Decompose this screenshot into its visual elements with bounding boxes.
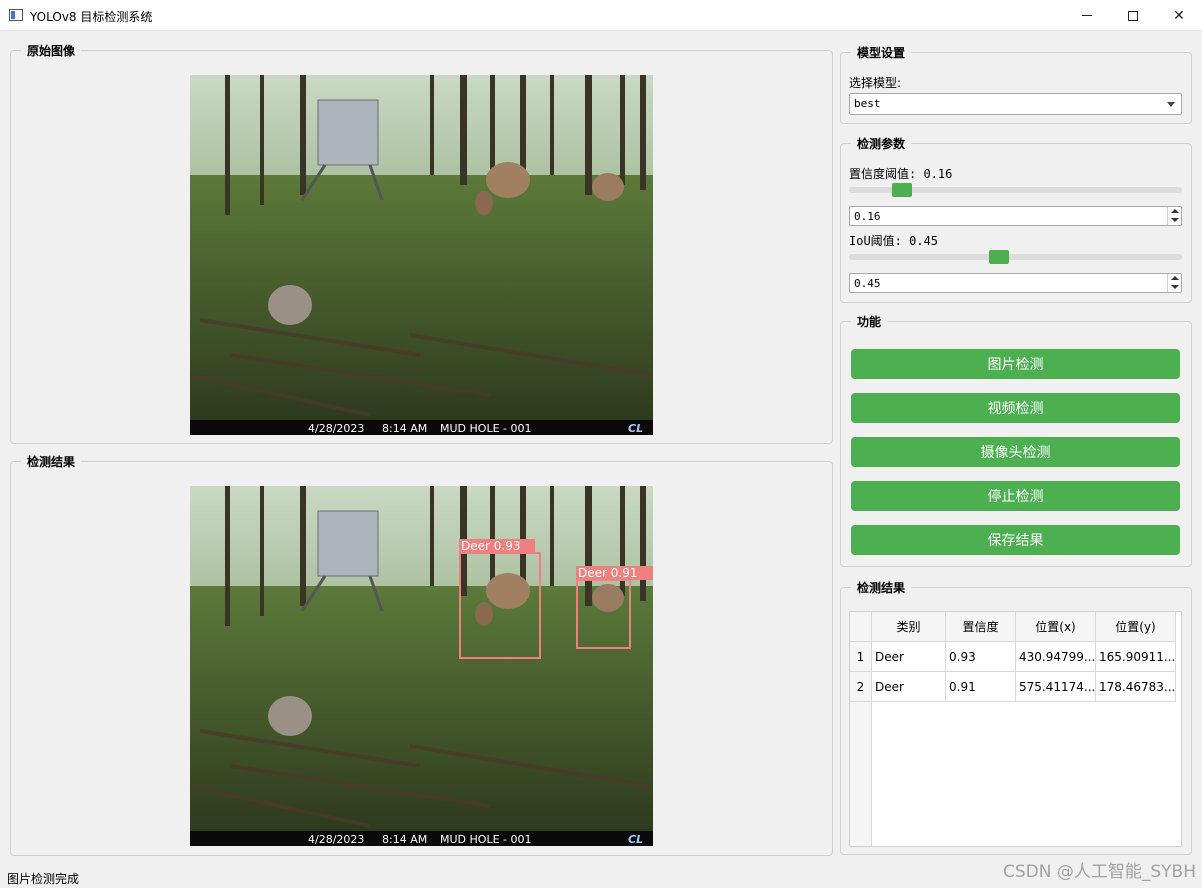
model-select[interactable]: best (849, 93, 1182, 115)
minimize-button[interactable] (1064, 0, 1110, 31)
watermark: CSDN @人工智能_SYBH (1003, 862, 1196, 882)
title-bar: YOLOv8 目标检测系统 ✕ (0, 0, 1202, 31)
save-results-button[interactable]: 保存结果 (851, 525, 1180, 555)
results-table[interactable]: 类别 置信度 位置(x) 位置(y) 1 Deer 0.93 430.94799… (849, 611, 1182, 847)
confidence-spinbox[interactable]: 0.16 (849, 206, 1182, 226)
spin-down-icon[interactable] (1171, 285, 1179, 289)
confidence-slider-handle[interactable] (892, 183, 912, 197)
app-icon (9, 9, 23, 21)
camera-detect-button[interactable]: 摄像头检测 (851, 437, 1180, 467)
table-corner[interactable] (850, 612, 872, 642)
table-cell-class[interactable]: Deer (872, 672, 946, 702)
functions-title: 功能 (851, 313, 888, 330)
window-title: YOLOv8 目标检测系统 (30, 10, 153, 24)
minimize-icon (1082, 15, 1092, 16)
original-image: 4/28/2023 8:14 AM MUD HOLE - 001 CL (190, 75, 653, 435)
detection-label-2: Deer 0.91 (578, 566, 637, 580)
column-header-x[interactable]: 位置(x) (1016, 612, 1096, 642)
model-settings-title: 模型设置 (851, 44, 912, 61)
table-cell-x[interactable]: 575.41174... (1016, 672, 1096, 702)
table-cell-y[interactable]: 165.90911... (1096, 642, 1176, 672)
row-header[interactable]: 2 (850, 672, 872, 702)
iou-slider-handle[interactable] (989, 250, 1009, 264)
result-image: Deer 0.93 Deer 0.91 4/28/2023 8:14 AM MU… (190, 486, 653, 846)
column-header-y[interactable]: 位置(y) (1096, 612, 1176, 642)
image-detect-button[interactable]: 图片检测 (851, 349, 1180, 379)
column-header-class[interactable]: 类别 (872, 612, 946, 642)
maximize-icon (1128, 10, 1138, 21)
table-cell-x[interactable]: 430.94799... (1016, 642, 1096, 672)
model-select-value: best (854, 97, 881, 110)
camera-location: MUD HOLE - 001 (440, 833, 531, 846)
detection-params-title: 检测参数 (851, 135, 912, 152)
table-cell-y[interactable]: 178.46783... (1096, 672, 1176, 702)
close-button[interactable]: ✕ (1156, 0, 1202, 31)
result-image-title: 检测结果 (21, 453, 82, 470)
camera-location: MUD HOLE - 001 (440, 422, 531, 435)
confidence-slider[interactable] (849, 183, 1182, 197)
video-detect-button[interactable]: 视频检测 (851, 393, 1180, 423)
stop-detect-button[interactable]: 停止检测 (851, 481, 1180, 511)
results-table-title: 检测结果 (851, 579, 912, 596)
spin-down-icon[interactable] (1171, 218, 1179, 222)
spin-up-icon[interactable] (1171, 276, 1179, 280)
close-icon: ✕ (1173, 7, 1185, 24)
spin-up-icon[interactable] (1171, 209, 1179, 213)
chevron-down-icon (1167, 102, 1175, 107)
camera-time: 8:14 AM (382, 833, 427, 846)
original-image-title: 原始图像 (21, 42, 82, 59)
column-header-confidence[interactable]: 置信度 (946, 612, 1016, 642)
iou-spinbox[interactable]: 0.45 (849, 273, 1182, 293)
camera-date: 4/28/2023 (308, 422, 364, 435)
iou-slider[interactable] (849, 250, 1182, 264)
status-text: 图片检测完成 (7, 872, 80, 886)
camera-time: 8:14 AM (382, 422, 427, 435)
row-header[interactable]: 1 (850, 642, 872, 672)
camera-date: 4/28/2023 (308, 833, 364, 846)
iou-label: IoU阈值: 0.45 (849, 234, 939, 248)
model-select-label: 选择模型: (849, 76, 902, 90)
camera-brand: CL (628, 833, 643, 846)
table-cell-confidence[interactable]: 0.91 (946, 672, 1016, 702)
row-header-strip (850, 702, 872, 846)
table-cell-class[interactable]: Deer (872, 642, 946, 672)
camera-brand: CL (628, 422, 643, 435)
maximize-button[interactable] (1110, 0, 1156, 31)
confidence-value: 0.16 (854, 210, 881, 223)
table-cell-confidence[interactable]: 0.93 (946, 642, 1016, 672)
detection-label-1: Deer 0.93 (461, 539, 520, 553)
iou-value: 0.45 (854, 277, 881, 290)
confidence-spin-buttons[interactable] (1167, 207, 1181, 225)
confidence-label: 置信度阈值: 0.16 (849, 167, 953, 181)
iou-spin-buttons[interactable] (1167, 274, 1181, 292)
